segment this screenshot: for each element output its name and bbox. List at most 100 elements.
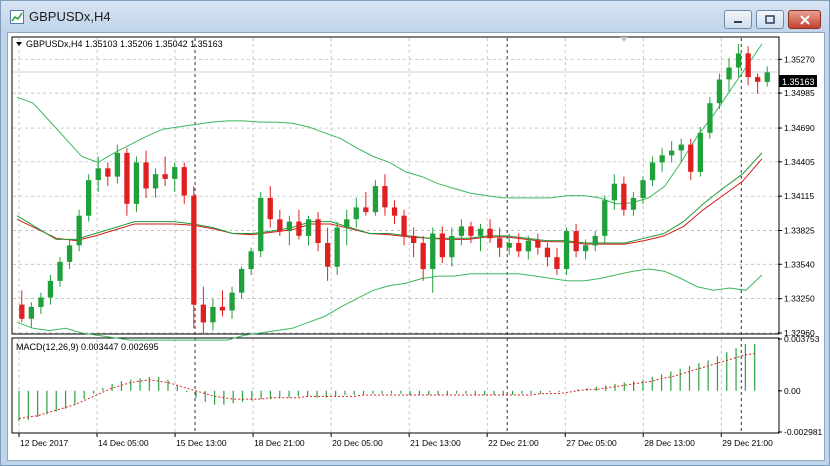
candle-body <box>602 200 608 236</box>
price-tick-label: 1.35270 <box>784 54 815 64</box>
candle-body <box>363 207 369 213</box>
candle-body <box>372 186 379 213</box>
restore-icon <box>765 14 775 24</box>
chart-header: GBPUSDx,H4 1.35103 1.35206 1.35042 1.351… <box>26 39 223 49</box>
time-tick-label: 22 Dec 21:00 <box>488 438 539 448</box>
candle-body <box>210 306 216 323</box>
candle-body <box>525 240 531 252</box>
candle-body <box>688 144 694 172</box>
time-axis: 12 Dec 2017 14 Dec 05:00 15 Dec 13:00 18 De… <box>18 433 773 448</box>
candle-body <box>286 221 292 232</box>
candle-body <box>735 53 742 68</box>
candle-body <box>19 304 25 319</box>
close-icon <box>799 14 810 25</box>
candle-body <box>649 162 656 181</box>
time-tick-label: 15 Dec 13:00 <box>176 438 227 448</box>
candle-body <box>133 162 140 204</box>
candle-body <box>47 280 54 298</box>
candle-body <box>296 221 302 236</box>
candle-body <box>229 292 235 311</box>
price-tick-label: 1.33825 <box>784 226 815 236</box>
candle-body <box>143 162 149 189</box>
close-button[interactable] <box>788 10 821 29</box>
minimize-button[interactable] <box>724 10 752 29</box>
chart-app-icon <box>10 10 24 24</box>
candle-body <box>640 180 646 198</box>
chart-client-area: 1.35270 1.34985 1.34690 1.34405 1.34115 1.338… <box>7 32 825 461</box>
candle-body <box>506 243 512 248</box>
candle-body <box>124 152 130 204</box>
candle-body <box>420 243 426 270</box>
title-bar[interactable]: GBPUSDx,H4 <box>1 1 829 33</box>
candle-body <box>105 168 111 177</box>
price-tick-label: 1.33250 <box>784 294 815 304</box>
candle-body <box>181 167 187 196</box>
price-tick-label: 1.34115 <box>784 191 814 201</box>
candle-body <box>726 67 732 80</box>
candle-body <box>439 233 445 258</box>
macd-tick-label: -0.002981 <box>784 427 823 437</box>
macd-tick-label: 0.003753 <box>784 334 820 344</box>
candle-body <box>544 247 551 258</box>
candle-body <box>344 219 350 228</box>
candle-body <box>449 235 455 258</box>
candle-body <box>315 219 321 243</box>
candle-body <box>573 231 579 252</box>
candle-body <box>162 174 168 179</box>
candle-body <box>516 243 522 252</box>
window-title: GBPUSDx,H4 <box>29 9 111 24</box>
chart-canvas[interactable]: 1.35270 1.34985 1.34690 1.34405 1.34115 1.338… <box>8 33 824 460</box>
candle-body <box>611 183 617 201</box>
macd-panel-frame <box>11 337 780 434</box>
price-tick-label: 1.34690 <box>784 123 815 133</box>
candle-body <box>535 240 541 248</box>
price-tick-label: 1.34985 <box>784 88 815 98</box>
candle-body <box>277 219 283 232</box>
candle-body <box>592 235 598 246</box>
candle-body <box>334 227 340 267</box>
candle-body <box>382 186 388 208</box>
candle-body <box>258 197 264 252</box>
candle-body <box>669 150 675 156</box>
candle-body <box>267 197 273 220</box>
time-tick-label: 20 Dec 05:00 <box>332 438 383 448</box>
candle-body <box>554 257 560 269</box>
time-tick-label: 18 Dec 21:00 <box>254 438 305 448</box>
candle-body <box>66 245 73 262</box>
candle-body <box>707 103 713 133</box>
candle-body <box>430 233 436 269</box>
candle-body <box>200 304 206 323</box>
candle-body <box>325 243 331 267</box>
candle-body <box>86 180 92 216</box>
candle-body <box>716 79 723 104</box>
candle-body <box>621 183 627 210</box>
candle-body <box>76 215 82 246</box>
candle-body <box>659 155 665 163</box>
candle-body <box>248 251 254 270</box>
time-tick-label: 14 Dec 05:00 <box>98 438 149 448</box>
macd-header: MACD(12,26,9) 0.003447 0.002695 <box>16 342 159 352</box>
time-tick-label: 12 Dec 2017 <box>20 438 68 448</box>
candle-body <box>172 167 178 179</box>
candle-body <box>764 72 770 82</box>
candle-body <box>563 231 570 269</box>
candle-body <box>745 53 751 78</box>
candle-body <box>95 168 101 181</box>
candle-body <box>487 228 493 239</box>
candle-body <box>391 207 398 216</box>
price-tag: 1.35163 <box>782 77 815 87</box>
time-tick-label: 29 Dec 21:00 <box>722 438 773 448</box>
candle-body <box>191 195 197 305</box>
price-axis: 1.35270 1.34985 1.34690 1.34405 1.34115 1.338… <box>778 54 823 437</box>
restore-button[interactable] <box>756 10 784 29</box>
candle-body <box>152 174 159 189</box>
candle-body <box>57 261 63 281</box>
candle-body <box>497 238 503 248</box>
candle-body <box>305 219 312 236</box>
price-tick-label: 1.34405 <box>784 157 815 167</box>
time-tick-label: 28 Dec 13:00 <box>644 438 695 448</box>
macd-tick-label: 0.00 <box>784 386 801 396</box>
candle-body <box>477 228 484 236</box>
candle-body <box>755 77 761 82</box>
candle-body <box>697 132 703 172</box>
